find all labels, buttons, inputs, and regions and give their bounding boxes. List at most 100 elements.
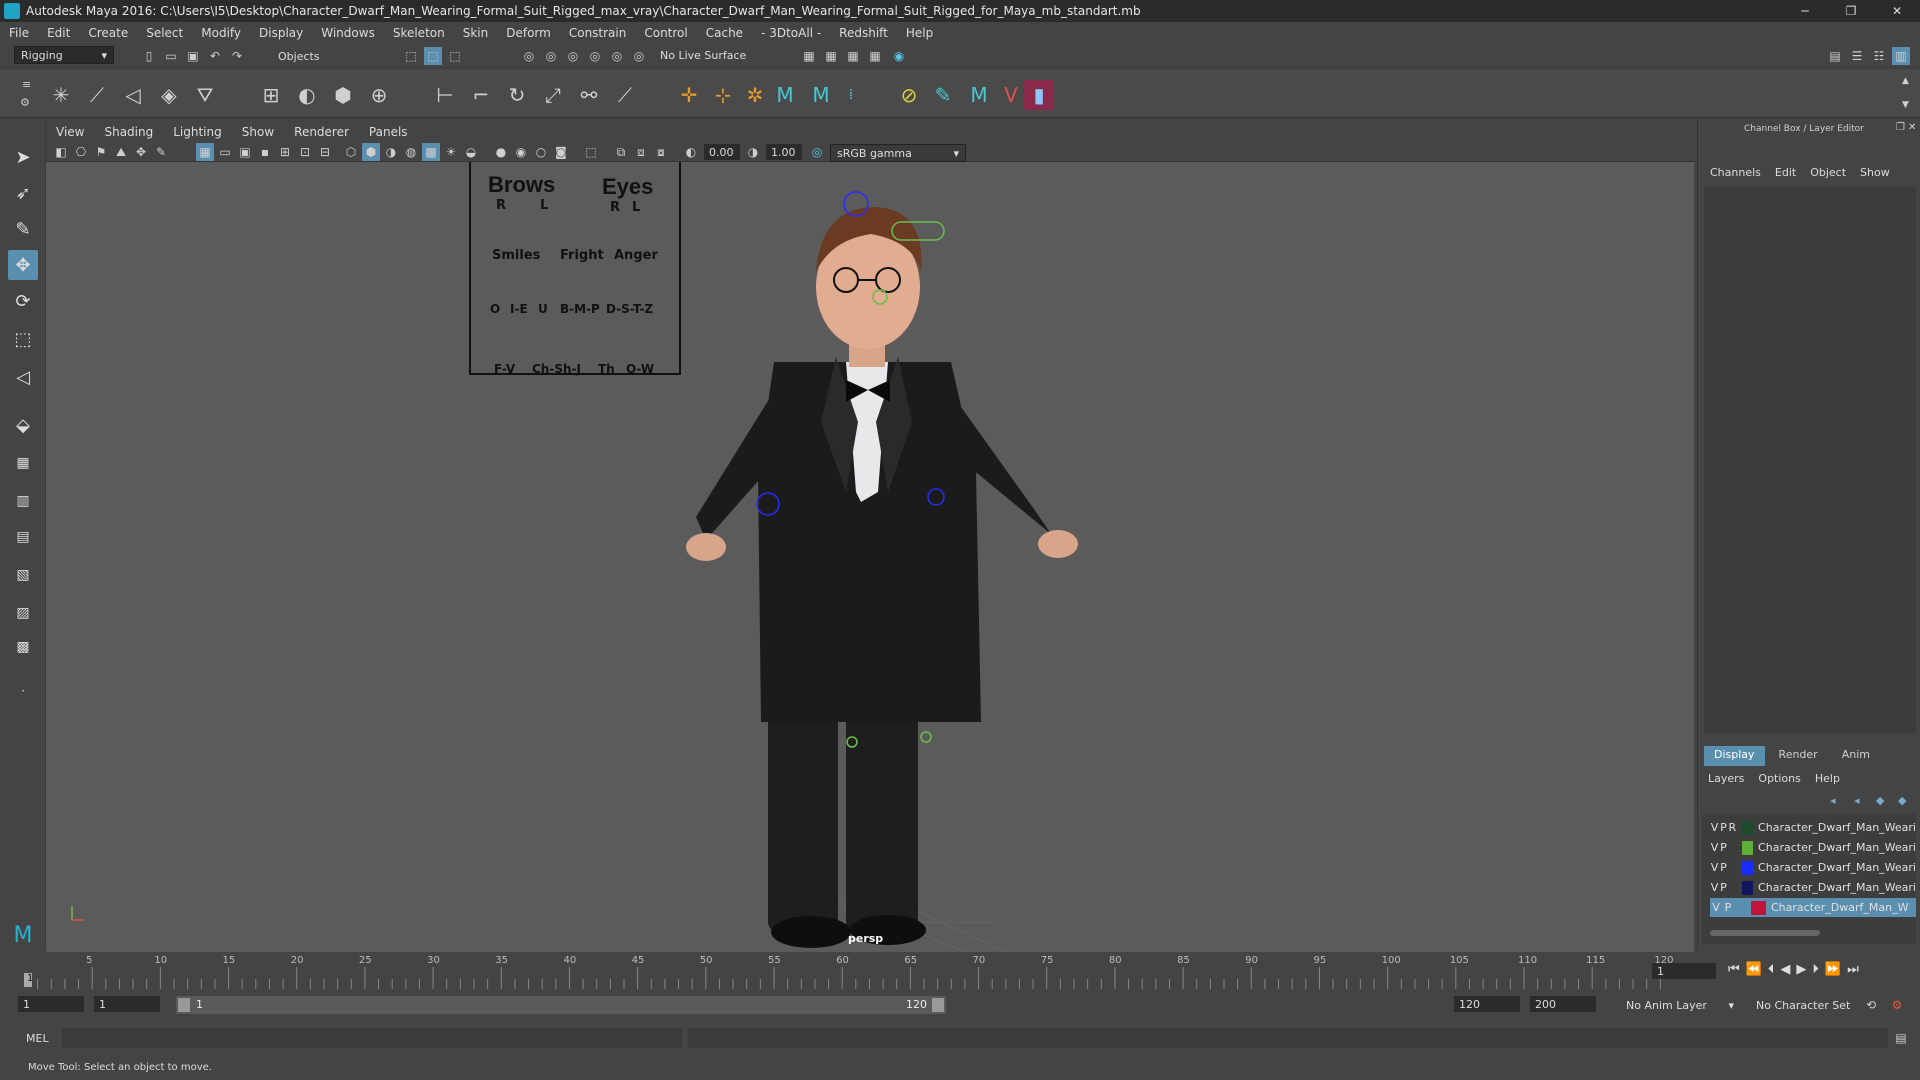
move-layer-up-icon[interactable]: ◂ (1830, 794, 1836, 807)
cross-icon[interactable]: ✲ (740, 80, 770, 110)
snap-view-icon[interactable]: ◎ (586, 47, 604, 65)
range-start-handle[interactable] (178, 998, 190, 1012)
menu-windows[interactable]: Windows (312, 26, 384, 40)
add-locator-icon[interactable]: ⊹ (708, 80, 738, 110)
layer-menu-help[interactable]: Help (1815, 772, 1840, 785)
layout-single-icon[interactable]: ▦ (8, 448, 38, 478)
menu-select[interactable]: Select (137, 26, 192, 40)
paint-select-icon[interactable]: ✎ (8, 214, 38, 244)
pole-vector-icon[interactable]: ⟋ (610, 80, 640, 110)
channel-box-icon[interactable]: ▥ (1892, 47, 1910, 65)
layer-row[interactable]: V P Character_Dwarf_Man_Weari (1710, 838, 1916, 857)
layer-name[interactable]: Character_Dwarf_Man_Weari (1758, 841, 1916, 854)
move-tool-icon[interactable]: ✥ (8, 250, 38, 280)
select-object-icon[interactable]: ⬚ (424, 47, 442, 65)
shelf-scroll-up-icon[interactable]: ▲ (1902, 76, 1909, 86)
layer-name[interactable]: Character_Dwarf_Man_W (1771, 901, 1909, 914)
smooth-shade-icon[interactable]: ⬢ (362, 143, 380, 161)
minimize-button[interactable]: ─ (1782, 0, 1828, 22)
bind-skin-icon[interactable]: ⊞ (256, 80, 286, 110)
menu-redshift[interactable]: Redshift (830, 26, 897, 40)
humanik-icon[interactable]: ⛛ (190, 80, 220, 110)
menu-cache[interactable]: Cache (697, 26, 752, 40)
v-shape-icon[interactable]: V (996, 80, 1026, 110)
menu-display[interactable]: Display (250, 26, 312, 40)
rotate-tool-icon[interactable]: ⟳ (8, 286, 38, 316)
layout-add-icon[interactable]: · (8, 676, 38, 706)
menu-3dtoall[interactable]: - 3DtoAll - (752, 26, 830, 40)
color-management-icon[interactable]: ◎ (808, 143, 826, 161)
viewport-menu-view[interactable]: View (46, 125, 94, 139)
character-dwarf-man[interactable] (686, 207, 1078, 948)
new-empty-layer-icon[interactable]: ◆ (1876, 794, 1884, 807)
layer-visible-toggle[interactable]: V (1710, 881, 1719, 894)
channel-menu-edit[interactable]: Edit (1775, 166, 1796, 179)
use-all-lights-icon[interactable]: ☀ (442, 143, 460, 161)
ambient-occlusion-icon[interactable]: ● (492, 143, 510, 161)
maximize-button[interactable]: ❐ (1828, 0, 1874, 22)
mel-input[interactable] (62, 1028, 682, 1048)
layer-visible-toggle[interactable]: V (1710, 861, 1719, 874)
layer-playback-toggle[interactable]: P (1719, 821, 1728, 834)
field-chart-icon[interactable]: ⊞ (276, 143, 294, 161)
character-set-dropdown[interactable]: No Character Set (1750, 996, 1860, 1014)
layout-outliner-icon[interactable]: ▧ (8, 560, 38, 590)
gate-mask-icon[interactable]: ▪ (256, 143, 274, 161)
wireframe-icon[interactable]: ⬡ (342, 143, 360, 161)
2d-pan-icon[interactable]: ✥ (132, 143, 150, 161)
paint-icon[interactable]: ✎ (928, 80, 958, 110)
joint-tool-icon[interactable]: ✳ (46, 80, 76, 110)
ik-handle-icon[interactable]: ◁ (118, 80, 148, 110)
channel-menu-object[interactable]: Object (1810, 166, 1846, 179)
tab-render[interactable]: Render (1765, 746, 1832, 766)
script-editor-icon[interactable]: ▤ (1892, 1029, 1910, 1047)
textured-icon[interactable]: ▩ (422, 143, 440, 161)
default-material-icon[interactable]: ◑ (382, 143, 400, 161)
resolution-gate-icon[interactable]: ▣ (236, 143, 254, 161)
motion-blur-icon[interactable]: ◉ (512, 143, 530, 161)
lattice-icon[interactable]: ⬢ (328, 80, 358, 110)
go-to-start-icon[interactable]: ⏮ (1728, 962, 1740, 977)
insert-joint-icon[interactable]: ⟋ (82, 80, 112, 110)
playback-start-field[interactable]: 1 (94, 996, 160, 1012)
layer-playback-toggle[interactable]: P (1719, 861, 1728, 874)
layer-visible-toggle[interactable]: V (1710, 821, 1719, 834)
open-scene-icon[interactable]: ▭ (162, 47, 180, 65)
menu-file[interactable]: File (0, 26, 38, 40)
paint-weights-icon[interactable]: ◐ (292, 80, 322, 110)
snap-point-icon[interactable]: ◎ (564, 47, 582, 65)
isolate-select-icon[interactable]: ⬚ (582, 143, 600, 161)
menu-modify[interactable]: Modify (192, 26, 250, 40)
shelf-scroll-down-icon[interactable]: ▼ (1902, 100, 1909, 110)
layer-row[interactable]: V P Character_Dwarf_Man_Weari (1710, 858, 1916, 877)
layer-color-swatch[interactable] (1741, 860, 1754, 875)
close-button[interactable]: ✕ (1874, 0, 1920, 22)
scale-tool-icon[interactable]: ⬚ (8, 324, 38, 354)
layer-playback-toggle[interactable]: P (1719, 841, 1728, 854)
render-stats-icon[interactable]: ▮ (1024, 80, 1054, 110)
tab-display[interactable]: Display (1704, 746, 1765, 766)
camera-lock-icon[interactable]: ⎔ (72, 143, 90, 161)
close-panel-icon[interactable]: ✕ (1908, 122, 1916, 133)
layer-name[interactable]: Character_Dwarf_Man_Weari (1758, 821, 1916, 834)
animation-start-field[interactable]: 1 (18, 996, 84, 1012)
layer-playback-toggle[interactable]: P (1719, 881, 1728, 894)
menu-control[interactable]: Control (635, 26, 696, 40)
menu-deform[interactable]: Deform (497, 26, 560, 40)
layer-row[interactable]: V P Character_Dwarf_Man_Weari (1710, 878, 1916, 897)
menu-edit[interactable]: Edit (38, 26, 79, 40)
lasso-tool-icon[interactable]: ➶ (8, 178, 38, 208)
play-forward-icon[interactable]: ▶ (1796, 962, 1806, 977)
layer-name[interactable]: Character_Dwarf_Man_Weari (1758, 881, 1916, 894)
anim-layer-dropdown[interactable]: No Anim Layer ▾ (1620, 996, 1740, 1014)
select-component-icon[interactable]: ⬚ (446, 47, 464, 65)
layout-four-icon[interactable]: ▥ (8, 486, 38, 516)
scale-constraint-icon[interactable]: ⤢ (538, 80, 568, 110)
aim-constraint-icon[interactable]: ⌐ (466, 80, 496, 110)
maya-m-icon-2[interactable]: M (806, 80, 836, 110)
soft-select-icon[interactable]: ⬙ (8, 410, 38, 440)
viewport-menu-lighting[interactable]: Lighting (163, 125, 232, 139)
layer-row-selected[interactable]: V P Character_Dwarf_Man_W (1710, 898, 1916, 917)
channel-menu-channels[interactable]: Channels (1710, 166, 1761, 179)
step-back-key-icon[interactable]: ⏪ (1746, 962, 1762, 977)
